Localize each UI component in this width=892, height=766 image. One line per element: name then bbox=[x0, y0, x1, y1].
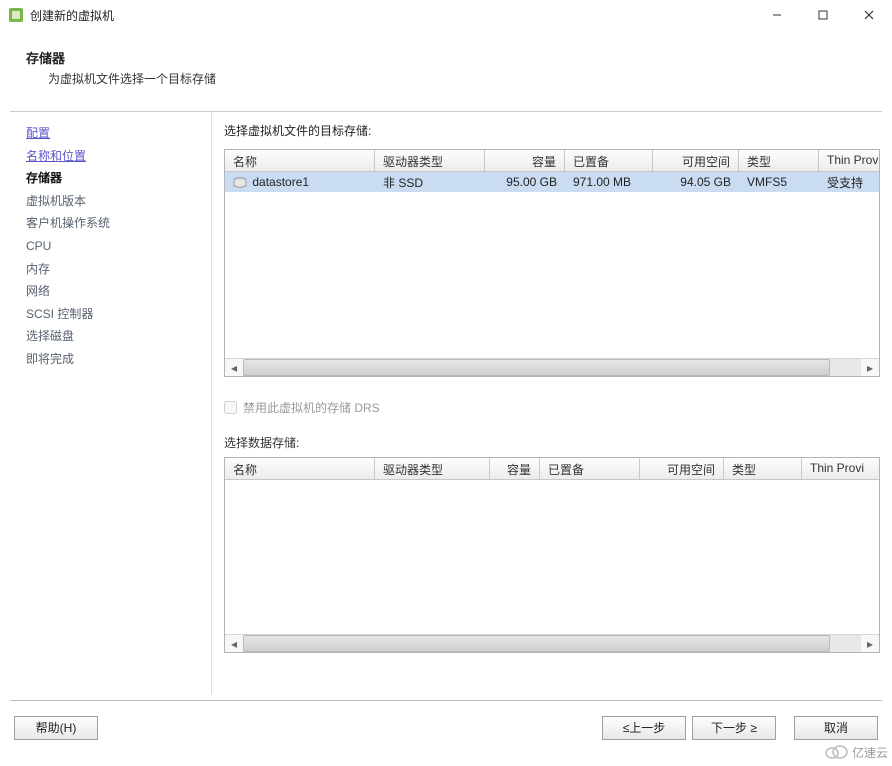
h-scrollbar[interactable]: ◂ ▸ bbox=[225, 358, 879, 376]
wizard-footer: 帮助(H) ≤上一步 下一步 ≥ 取消 bbox=[10, 700, 882, 746]
help-button[interactable]: 帮助(H) bbox=[14, 716, 98, 740]
col2-capacity[interactable]: 容量 bbox=[490, 458, 540, 479]
cell-thin: 受支持 bbox=[819, 174, 879, 191]
scroll-left-icon[interactable]: ◂ bbox=[225, 359, 243, 376]
col-name[interactable]: 名称 bbox=[225, 150, 375, 171]
drs-checkbox-row: 禁用此虚拟机的存储 DRS bbox=[224, 399, 880, 416]
window-buttons bbox=[754, 0, 892, 30]
maximize-button[interactable] bbox=[800, 0, 846, 30]
main-panel: 选择虚拟机文件的目标存储: 名称 驱动器类型 容量 已置备 可用空间 类型 Th… bbox=[212, 112, 882, 694]
sidebar-item-network: 网络 bbox=[26, 280, 205, 303]
datastore-icon bbox=[233, 177, 247, 189]
col-capacity[interactable]: 容量 bbox=[485, 150, 565, 171]
window-title: 创建新的虚拟机 bbox=[30, 7, 754, 24]
col2-type[interactable]: 类型 bbox=[724, 458, 802, 479]
sidebar-item-storage: 存储器 bbox=[26, 167, 205, 190]
sidebar-item-ready: 即将完成 bbox=[26, 348, 205, 371]
col-provisioned[interactable]: 已置备 bbox=[565, 150, 653, 171]
col-free[interactable]: 可用空间 bbox=[653, 150, 739, 171]
table-row[interactable]: datastore1 非 SSD 95.00 GB 971.00 MB 94.0… bbox=[225, 172, 879, 192]
app-icon bbox=[8, 7, 24, 23]
watermark-text: 亿速云 bbox=[852, 744, 888, 761]
sidebar-item-memory: 内存 bbox=[26, 258, 205, 281]
col-thin[interactable]: Thin Prov bbox=[819, 150, 879, 171]
sidebar-item-config[interactable]: 配置 bbox=[26, 122, 205, 145]
wizard-header: 存储器 为虚拟机文件选择一个目标存储 bbox=[0, 30, 892, 89]
cloud-icon bbox=[824, 743, 848, 762]
col2-name[interactable]: 名称 bbox=[225, 458, 375, 479]
cell-free: 94.05 GB bbox=[653, 175, 739, 189]
cell-provisioned: 971.00 MB bbox=[565, 175, 653, 189]
sidebar-item-select-disk: 选择磁盘 bbox=[26, 325, 205, 348]
datastore-label: 选择数据存储: bbox=[224, 434, 880, 451]
disable-drs-label: 禁用此虚拟机的存储 DRS bbox=[243, 399, 380, 416]
watermark: 亿速云 bbox=[824, 743, 888, 762]
scroll-right-icon[interactable]: ▸ bbox=[861, 359, 879, 376]
table2-header: 名称 驱动器类型 容量 已置备 可用空间 类型 Thin Provi bbox=[225, 458, 879, 480]
cell-name: datastore1 bbox=[252, 175, 309, 189]
col2-thin[interactable]: Thin Provi bbox=[802, 458, 868, 479]
page-title: 存储器 bbox=[26, 48, 878, 67]
minimize-button[interactable] bbox=[754, 0, 800, 30]
col2-free[interactable]: 可用空间 bbox=[640, 458, 724, 479]
sidebar-item-vm-version: 虚拟机版本 bbox=[26, 190, 205, 213]
titlebar: 创建新的虚拟机 bbox=[0, 0, 892, 30]
cell-type: VMFS5 bbox=[739, 175, 819, 189]
storage-table[interactable]: 名称 驱动器类型 容量 已置备 可用空间 类型 Thin Prov datast… bbox=[224, 149, 880, 377]
disable-drs-checkbox bbox=[224, 401, 237, 414]
col-drive-type[interactable]: 驱动器类型 bbox=[375, 150, 485, 171]
datastore-table[interactable]: 名称 驱动器类型 容量 已置备 可用空间 类型 Thin Provi ◂ ▸ bbox=[224, 457, 880, 653]
sidebar-item-name-location[interactable]: 名称和位置 bbox=[26, 145, 205, 168]
col2-provisioned[interactable]: 已置备 bbox=[540, 458, 640, 479]
sidebar-item-cpu: CPU bbox=[26, 235, 205, 258]
close-button[interactable] bbox=[846, 0, 892, 30]
cancel-button[interactable]: 取消 bbox=[794, 716, 878, 740]
col-type[interactable]: 类型 bbox=[739, 150, 819, 171]
col2-drive-type[interactable]: 驱动器类型 bbox=[375, 458, 490, 479]
scroll-left-icon[interactable]: ◂ bbox=[225, 635, 243, 652]
sidebar-item-guest-os: 客户机操作系统 bbox=[26, 212, 205, 235]
table-header: 名称 驱动器类型 容量 已置备 可用空间 类型 Thin Prov bbox=[225, 150, 879, 172]
wizard-steps-sidebar: 配置 名称和位置 存储器 虚拟机版本 客户机操作系统 CPU 内存 网络 SCS… bbox=[10, 112, 212, 694]
page-subtitle: 为虚拟机文件选择一个目标存储 bbox=[26, 70, 878, 87]
next-button[interactable]: 下一步 ≥ bbox=[692, 716, 776, 740]
scroll-right-icon[interactable]: ▸ bbox=[861, 635, 879, 652]
cell-capacity: 95.00 GB bbox=[485, 175, 565, 189]
cell-drive-type: 非 SSD bbox=[375, 174, 485, 191]
back-button[interactable]: ≤上一步 bbox=[602, 716, 686, 740]
h-scrollbar-2[interactable]: ◂ ▸ bbox=[225, 634, 879, 652]
storage-prompt: 选择虚拟机文件的目标存储: bbox=[224, 122, 880, 139]
sidebar-item-scsi: SCSI 控制器 bbox=[26, 303, 205, 326]
